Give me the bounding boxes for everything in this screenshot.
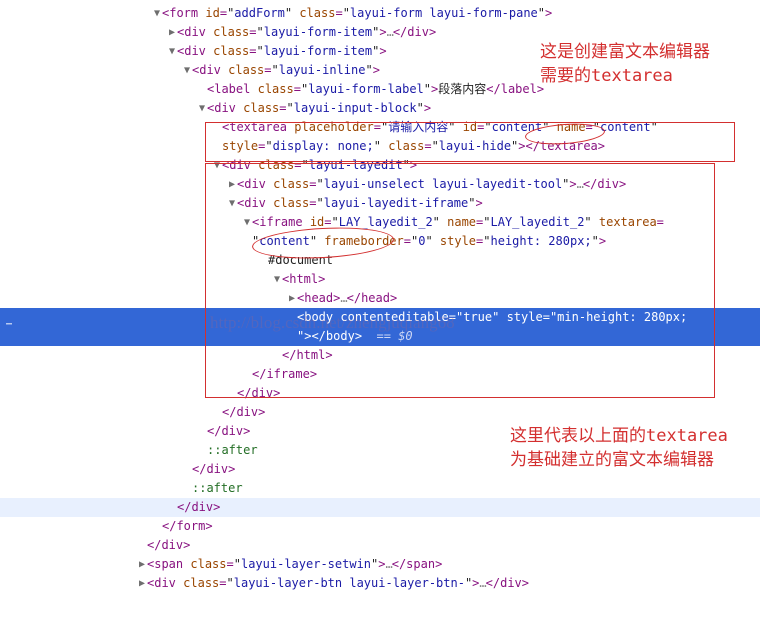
node-after2: ::after bbox=[0, 479, 760, 498]
node-div-inputblock[interactable]: <div class="layui-input-block"> bbox=[0, 99, 760, 118]
expand-icon[interactable] bbox=[227, 175, 237, 194]
node-html[interactable]: <html> bbox=[0, 270, 760, 289]
expand-icon[interactable] bbox=[242, 213, 252, 232]
node-div-close2[interactable]: </div> bbox=[0, 403, 760, 422]
expand-icon[interactable] bbox=[152, 4, 162, 23]
node-div-layedit[interactable]: <div class="layui-layedit"> bbox=[0, 156, 760, 175]
node-span-setwin[interactable]: <span class="layui-layer-setwin">…</span… bbox=[0, 555, 760, 574]
node-div-close6[interactable]: </div> bbox=[0, 536, 760, 555]
sidebar-handle[interactable]: ⋯ bbox=[0, 319, 18, 333]
node-div-close1[interactable]: </div> bbox=[0, 384, 760, 403]
node-div-close5[interactable]: </div> bbox=[0, 498, 760, 517]
node-form[interactable]: <form id="addForm" class="layui-form lay… bbox=[0, 4, 760, 23]
node-iframe-cont[interactable]: "content" frameborder="0" style="height:… bbox=[0, 232, 760, 251]
annotation-2: 这里代表以上面的textarea 为基础建立的富文本编辑器 bbox=[510, 424, 728, 472]
node-document[interactable]: #document bbox=[0, 251, 760, 270]
node-iframe-open[interactable]: <iframe id="LAY_layedit_2" name="LAY_lay… bbox=[0, 213, 760, 232]
node-form-close[interactable]: </form> bbox=[0, 517, 760, 536]
expand-icon[interactable] bbox=[167, 23, 177, 42]
dom-tree: <form id="addForm" class="layui-form lay… bbox=[0, 0, 760, 603]
expand-icon[interactable] bbox=[287, 289, 297, 308]
expand-icon[interactable] bbox=[227, 194, 237, 213]
node-div-btn[interactable]: <div class="layui-layer-btn layui-layer-… bbox=[0, 574, 760, 593]
expand-icon[interactable] bbox=[212, 156, 222, 175]
node-div-iframe-wrap[interactable]: <div class="layui-layedit-iframe"> bbox=[0, 194, 760, 213]
expand-icon[interactable] bbox=[197, 99, 207, 118]
expand-icon[interactable] bbox=[137, 555, 147, 574]
node-body-selected[interactable]: <body contenteditable="true" style="min-… bbox=[0, 308, 760, 327]
node-textarea-cont[interactable]: style="display: none;" class="layui-hide… bbox=[0, 137, 760, 156]
annotation-1: 这是创建富文本编辑器 需要的textarea bbox=[540, 40, 710, 88]
expand-icon[interactable] bbox=[272, 270, 282, 289]
expand-icon[interactable] bbox=[137, 574, 147, 593]
expand-icon[interactable] bbox=[182, 61, 192, 80]
node-body-selected-cont[interactable]: "></body> == $0 bbox=[0, 327, 760, 346]
node-head[interactable]: <head>…</head> bbox=[0, 289, 760, 308]
node-html-close[interactable]: </html> bbox=[0, 346, 760, 365]
node-textarea-open[interactable]: <textarea placeholder="请输入内容" id="conten… bbox=[0, 118, 760, 137]
node-iframe-close[interactable]: </iframe> bbox=[0, 365, 760, 384]
expand-icon[interactable] bbox=[167, 42, 177, 61]
node-div-tool[interactable]: <div class="layui-unselect layui-layedit… bbox=[0, 175, 760, 194]
